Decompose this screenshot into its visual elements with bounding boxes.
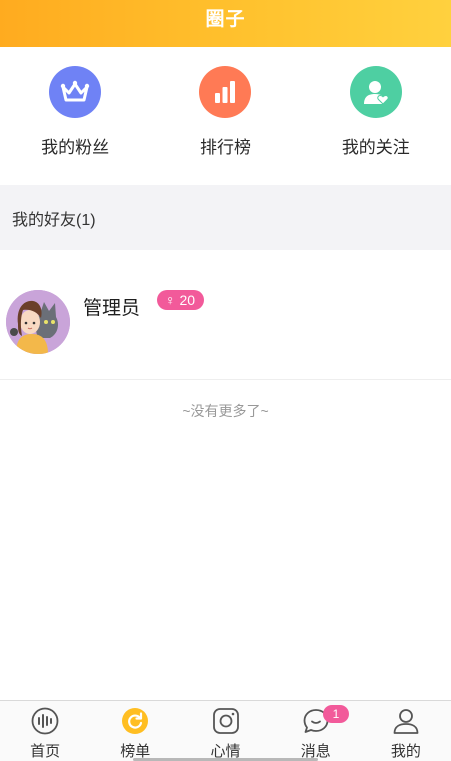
gender-level-badge: ♀ 20 [157, 290, 205, 310]
list-end-text: ~没有更多了~ [182, 403, 269, 419]
friends-section-header: 我的好友(1) [0, 185, 451, 250]
avatar[interactable] [6, 290, 70, 354]
bottom-tabbar: 首页 榜单 心情 1 消息 我的 [0, 700, 451, 761]
message-count-badge: 1 [322, 705, 349, 723]
tab-mine-label: 我的 [390, 743, 421, 760]
page-title: 圈子 [205, 9, 246, 30]
tab-home-label: 首页 [30, 743, 61, 760]
quick-actions: 我的粉丝 排行榜 我的关注 [0, 47, 451, 185]
tab-home[interactable]: 首页 [0, 701, 90, 761]
tab-mine[interactable]: 我的 [361, 701, 451, 761]
level-value: 20 [179, 292, 196, 308]
tab-mood[interactable]: 心情 [180, 701, 270, 761]
user-heart-icon [349, 66, 402, 118]
crown-icon [49, 66, 102, 118]
top-header: 圈子 [0, 0, 451, 47]
friend-name: 管理员 [83, 298, 141, 319]
my-follows-button[interactable]: 我的关注 [301, 47, 451, 185]
camera-icon [211, 707, 241, 735]
tab-messages[interactable]: 1 消息 [271, 701, 361, 761]
person-icon [391, 707, 421, 735]
list-item[interactable]: 管理员 ♀ 20 [0, 250, 451, 380]
female-icon: ♀ [165, 292, 176, 308]
my-fans-button[interactable]: 我的粉丝 [0, 47, 150, 185]
my-follows-label: 我的关注 [341, 138, 410, 157]
soundwave-icon [30, 707, 60, 735]
refresh-circle-icon [120, 707, 150, 735]
ranking-button[interactable]: 排行榜 [150, 47, 300, 185]
friends-section-title: 我的好友(1) [12, 211, 96, 229]
bar-chart-icon [199, 66, 252, 118]
tab-ranking[interactable]: 榜单 [90, 701, 180, 761]
my-fans-label: 我的粉丝 [41, 138, 110, 157]
ranking-label: 排行榜 [199, 138, 251, 157]
